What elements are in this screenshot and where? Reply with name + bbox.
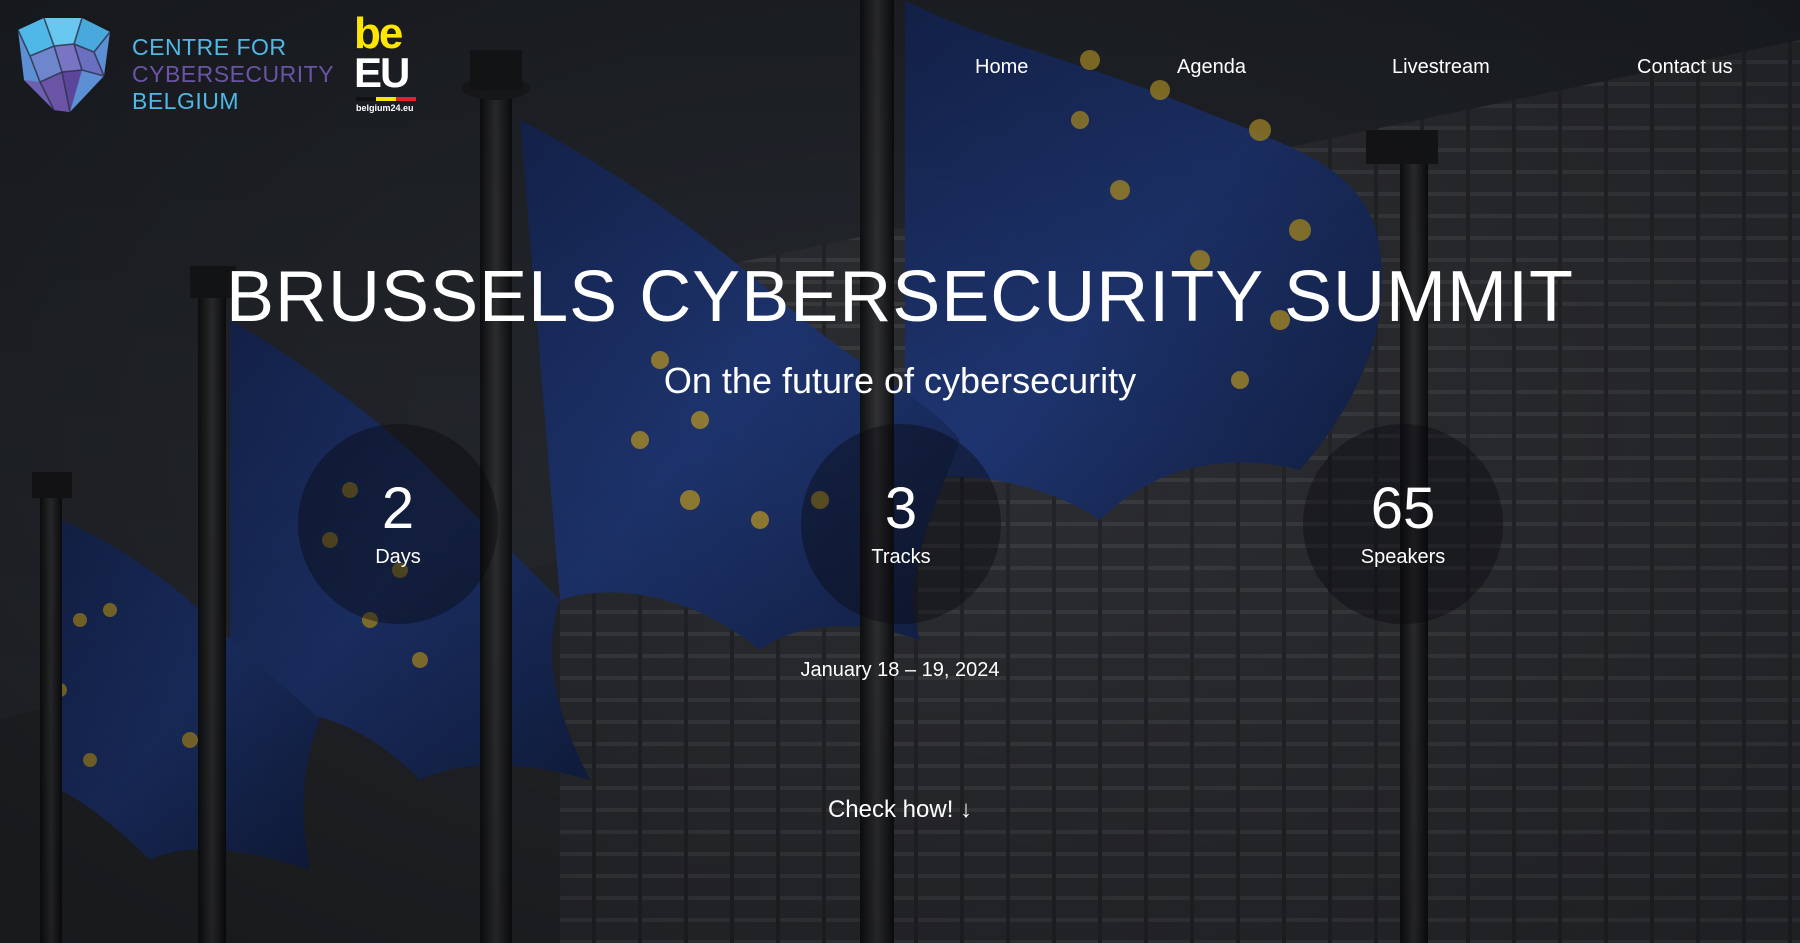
be-eu-logo-link[interactable]: be EU belgium24.eu [354,10,420,114]
event-date: January 18 – 19, 2024 [800,659,1000,681]
stat-days-value: 2 [381,476,415,541]
stat-days-label: Days [375,546,421,568]
stat-speakers: 65 Speakers [1303,424,1503,624]
nav-link-livestream[interactable]: Livestream [1392,52,1490,82]
nav-link-contact[interactable]: Contact us [1637,52,1733,82]
stat-speakers-value: 65 [1370,476,1436,541]
nav-link-home[interactable]: Home [975,52,1028,82]
be-eu-logo-url: belgium24.eu [356,103,414,113]
page: CENTRE FOR CYBERSECURITY BELGIUM be EU b… [0,0,1800,943]
hero-title: BRUSSELS CYBERSECURITY SUMMIT [226,257,1574,337]
check-how-link[interactable]: Check how! ↓ [780,790,1020,830]
stat-days: 2 Days [298,424,498,624]
nav-link-agenda[interactable]: Agenda [1177,52,1246,82]
ccb-wordmark-line2: CYBERSECURITY [132,61,335,87]
ccb-logo-link[interactable]: CENTRE FOR CYBERSECURITY BELGIUM [14,16,334,116]
be-eu-logo-bottom: EU [354,49,410,96]
belgian-flag-bar [356,97,416,101]
ccb-wordmark: CENTRE FOR CYBERSECURITY BELGIUM [132,34,334,115]
stat-tracks: 3 Tracks [801,424,1001,624]
ccb-wordmark-line1: CENTRE FOR [132,34,287,60]
ccb-shield-icon [17,17,111,113]
hero-subtitle: On the future of cybersecurity [663,360,1137,401]
ccb-wordmark-line3: BELGIUM [132,88,240,114]
stat-tracks-value: 3 [884,476,918,541]
site-header: CENTRE FOR CYBERSECURITY BELGIUM be EU b… [0,0,1800,130]
stat-tracks-label: Tracks [871,546,931,568]
stat-speakers-label: Speakers [1360,546,1446,568]
